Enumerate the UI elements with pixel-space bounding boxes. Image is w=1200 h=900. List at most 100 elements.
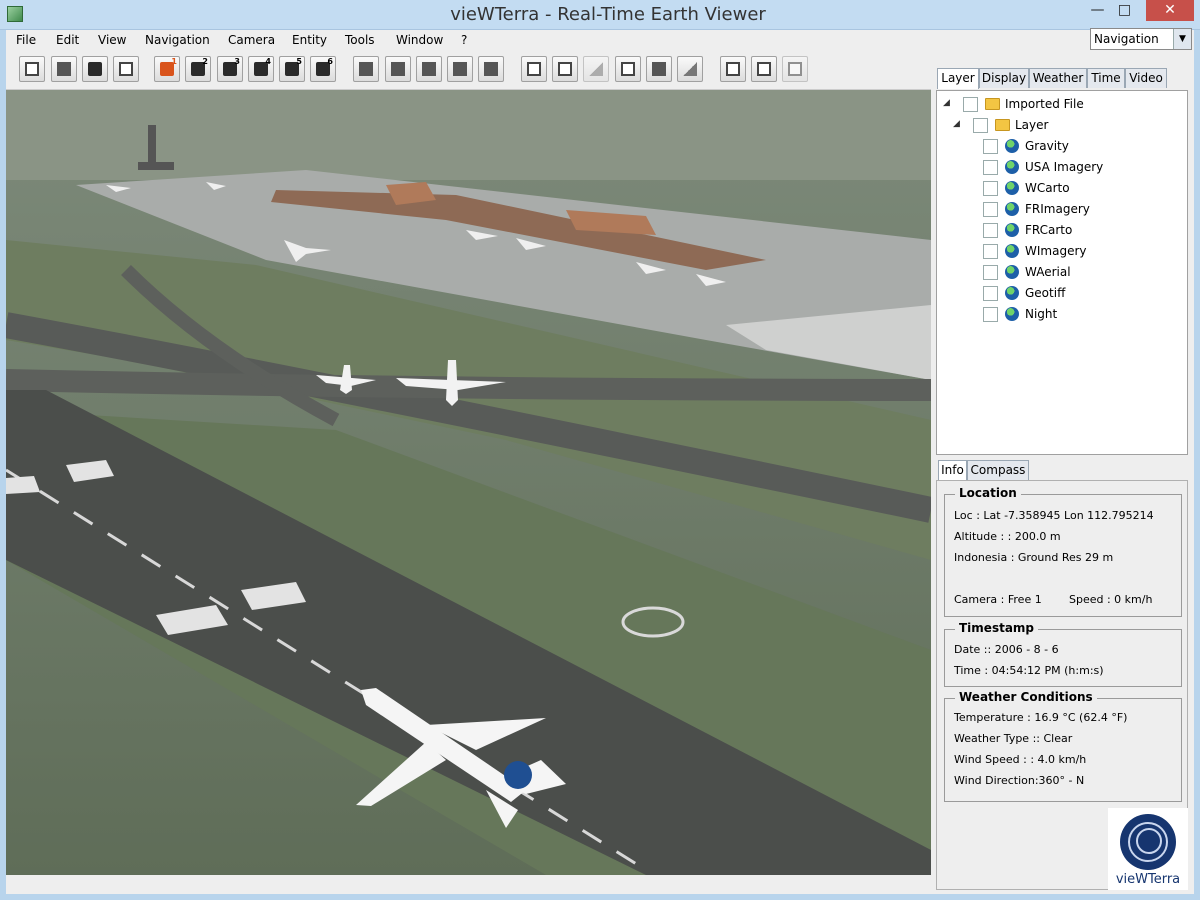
tree-node-imported-file[interactable]: ◢ Imported File: [943, 96, 1183, 114]
tree-node-label: WImagery: [1025, 244, 1087, 258]
layer-checkbox[interactable]: [983, 265, 998, 280]
window-title: vieWTerra - Real-Time Earth Viewer: [450, 4, 766, 25]
speed-value: Speed : 0 km/h: [1069, 593, 1153, 606]
airplane-mode-button[interactable]: [447, 56, 473, 82]
screenshot-button[interactable]: [82, 56, 108, 82]
tree-node-night[interactable]: Night: [983, 306, 1183, 324]
compass-divider-icon: [527, 62, 541, 76]
expand-toggle-icon[interactable]: ◢: [943, 98, 953, 108]
camera-number: 5: [296, 57, 302, 66]
car-mode-button[interactable]: [385, 56, 411, 82]
single-view-icon: [726, 62, 740, 76]
camera-1-button[interactable]: 1: [154, 56, 180, 82]
menu-entity[interactable]: Entity: [292, 33, 327, 47]
layer-checkbox[interactable]: [983, 139, 998, 154]
globe-icon: [1005, 307, 1019, 321]
zoom-view-button[interactable]: [19, 56, 45, 82]
tree-node-wcarto[interactable]: WCarto: [983, 180, 1183, 198]
layer-checkbox[interactable]: [973, 118, 988, 133]
layer-checkbox[interactable]: [963, 97, 978, 112]
airplane-icon: [453, 62, 467, 76]
menu-camera[interactable]: Camera: [228, 33, 275, 47]
info-tabs: Info Compass: [938, 460, 1038, 481]
measure-distance-button[interactable]: [552, 56, 578, 82]
tab-video[interactable]: Video: [1125, 68, 1167, 88]
tab-time[interactable]: Time: [1087, 68, 1125, 88]
layer-checkbox[interactable]: [983, 160, 998, 175]
camera-3-button[interactable]: 3: [217, 56, 243, 82]
camera-6-button[interactable]: 6: [310, 56, 336, 82]
menu-tools[interactable]: Tools: [345, 33, 375, 47]
multi-view-button[interactable]: [782, 56, 808, 82]
layer-checkbox[interactable]: [983, 181, 998, 196]
layer-checkbox[interactable]: [983, 202, 998, 217]
terrain-button[interactable]: [677, 56, 703, 82]
helicopter-mode-button[interactable]: [416, 56, 442, 82]
close-icon[interactable]: ✕: [1146, 0, 1194, 21]
earth-3d-viewport[interactable]: [6, 90, 931, 875]
walk-mode-button[interactable]: [353, 56, 379, 82]
maximize-icon[interactable]: □: [1111, 0, 1138, 21]
globe-icon: [1005, 181, 1019, 195]
location-coordinates: Loc : Lat -7.358945 Lon 112.795214: [954, 509, 1154, 522]
airport-scene: [6, 90, 931, 875]
layer-checkbox[interactable]: [983, 223, 998, 238]
menu-navigation[interactable]: Navigation: [145, 33, 210, 47]
layer-checkbox[interactable]: [983, 286, 998, 301]
time-value: Time : 04:54:12 PM (h:m:s): [954, 664, 1104, 677]
map-locate-button[interactable]: [51, 56, 77, 82]
car-icon: [391, 62, 405, 76]
tree-node-gravity[interactable]: Gravity: [983, 138, 1183, 156]
magnifier-icon: [25, 62, 39, 76]
camera-2-button[interactable]: 2: [185, 56, 211, 82]
weather-group: Weather Conditions Temperature : 16.9 °C…: [944, 690, 1182, 802]
tab-display[interactable]: Display: [979, 68, 1029, 88]
globe-icon: [1005, 202, 1019, 216]
tab-weather[interactable]: Weather: [1029, 68, 1087, 88]
globe-icon: [1005, 139, 1019, 153]
minimize-icon[interactable]: —: [1084, 0, 1111, 21]
navigation-mode-select[interactable]: Navigation ▼: [1090, 28, 1192, 50]
photo-camera-icon: [88, 62, 102, 76]
tree-node-label: USA Imagery: [1025, 160, 1104, 174]
path-mode-button[interactable]: [478, 56, 504, 82]
tree-node-wimagery[interactable]: WImagery: [983, 243, 1183, 261]
layer-checkbox[interactable]: [983, 244, 998, 259]
menu-edit[interactable]: Edit: [56, 33, 79, 47]
ruler-button[interactable]: [646, 56, 672, 82]
menu-window[interactable]: Window: [396, 33, 443, 47]
crop-button[interactable]: [615, 56, 641, 82]
tree-node-geotiff[interactable]: Geotiff: [983, 285, 1183, 303]
single-view-button[interactable]: [720, 56, 746, 82]
profile-button[interactable]: [583, 56, 609, 82]
split-view-button[interactable]: [751, 56, 777, 82]
chevron-down-icon[interactable]: ▼: [1173, 29, 1191, 49]
tab-info[interactable]: Info: [938, 460, 967, 481]
viewterra-logo: vieWTerra: [1108, 808, 1188, 890]
tree-node-usa-imagery[interactable]: USA Imagery: [983, 159, 1183, 177]
camera-4-button[interactable]: 4: [248, 56, 274, 82]
globe-icon: [1005, 265, 1019, 279]
tree-node-frcarto[interactable]: FRCarto: [983, 222, 1183, 240]
tree-node-layer[interactable]: ◢ Layer: [953, 117, 1183, 135]
picture-button[interactable]: [113, 56, 139, 82]
menu-help[interactable]: ?: [461, 33, 467, 47]
folder-icon: [985, 98, 1000, 110]
layer-checkbox[interactable]: [983, 307, 998, 322]
tab-compass[interactable]: Compass: [967, 460, 1029, 480]
crop-icon: [621, 62, 635, 76]
flight-path-icon: [484, 62, 498, 76]
ruler-corner-icon: [558, 62, 572, 76]
tree-node-frimagery[interactable]: FRImagery: [983, 201, 1183, 219]
status-strip: [6, 875, 931, 894]
menu-file[interactable]: File: [16, 33, 36, 47]
menu-view[interactable]: View: [98, 33, 126, 47]
measure-angle-button[interactable]: [521, 56, 547, 82]
tree-node-waerial[interactable]: WAerial: [983, 264, 1183, 282]
expand-toggle-icon[interactable]: ◢: [953, 119, 963, 129]
weather-title: Weather Conditions: [955, 690, 1097, 704]
map-pin-icon: [57, 62, 71, 76]
camera-5-button[interactable]: 5: [279, 56, 305, 82]
region-resolution: Indonesia : Ground Res 29 m: [954, 551, 1114, 564]
tab-layer[interactable]: Layer: [937, 68, 979, 89]
